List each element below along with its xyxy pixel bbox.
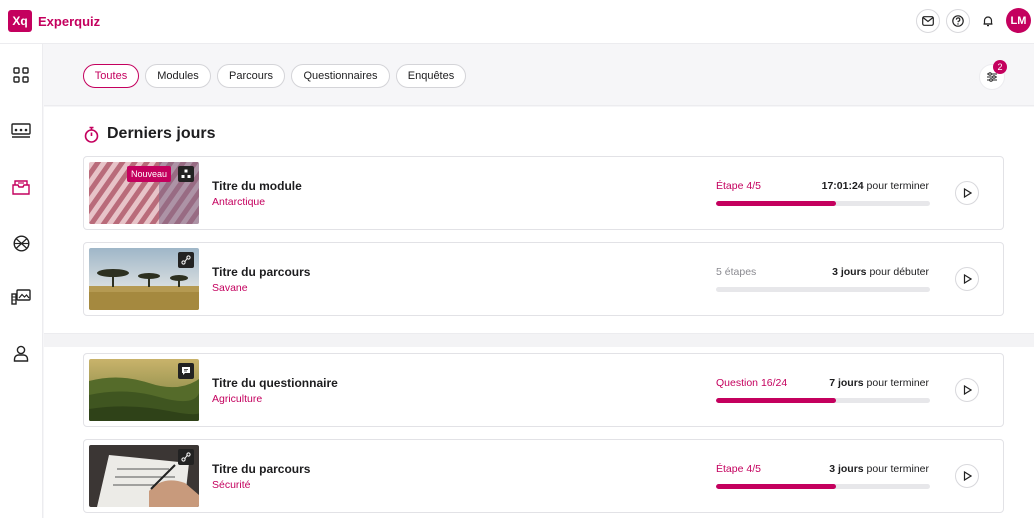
section-divider xyxy=(44,333,1034,347)
filter-chip-questionnaires[interactable]: Questionnaires xyxy=(291,64,390,88)
card-title: Titre du module xyxy=(212,179,302,193)
play-icon xyxy=(963,385,972,395)
classroom-icon xyxy=(11,123,31,138)
play-button[interactable] xyxy=(955,464,979,488)
help-icon[interactable] xyxy=(946,9,970,33)
time-value: 3 jours xyxy=(829,463,864,475)
card-title: Titre du parcours xyxy=(212,462,311,476)
card-subtitle: Agriculture xyxy=(212,393,263,405)
top-bar: Xq Experquiz LM xyxy=(0,0,1034,44)
app-title: Experquiz xyxy=(38,14,101,29)
time-label: pour terminer xyxy=(863,377,929,389)
play-button[interactable] xyxy=(955,267,979,291)
filter-chip-modules[interactable]: Modules xyxy=(145,64,211,88)
path-icon xyxy=(178,252,194,268)
mail-icon[interactable] xyxy=(916,9,940,33)
stopwatch-icon xyxy=(84,126,99,143)
filter-bar: Toutes Modules Parcours Questionnaires E… xyxy=(44,44,1034,106)
sidebar-item-inbox[interactable] xyxy=(6,172,36,202)
play-button[interactable] xyxy=(955,378,979,402)
sidebar xyxy=(0,44,43,518)
filter-count-badge: 2 xyxy=(993,60,1007,74)
sidebar-item-media[interactable] xyxy=(6,282,36,312)
card-step: Question 16/24 xyxy=(716,377,788,389)
app-logo[interactable]: Xq xyxy=(8,10,32,32)
grid-icon xyxy=(13,67,29,83)
sidebar-item-profile[interactable] xyxy=(6,338,36,368)
card-thumbnail: Nouveau xyxy=(89,162,199,224)
content-card[interactable]: Nouveau Titre du module Antarctique Étap… xyxy=(83,156,1004,230)
play-icon xyxy=(963,188,972,198)
filter-chip-toutes[interactable]: Toutes xyxy=(83,64,139,88)
card-step: Étape 4/5 xyxy=(716,180,761,192)
card-step: 5 étapes xyxy=(716,266,757,278)
play-icon xyxy=(963,471,972,481)
card-subtitle: Savane xyxy=(212,282,248,294)
progress-bar xyxy=(716,201,930,206)
card-time: 3 jours pour terminer xyxy=(829,463,929,475)
card-time: 7 jours pour terminer xyxy=(829,377,929,389)
time-label: pour terminer xyxy=(863,463,929,475)
inbox-icon xyxy=(12,180,30,195)
progress-bar xyxy=(716,287,930,292)
time-label: pour terminer xyxy=(863,180,929,192)
progress-bar xyxy=(716,484,930,489)
card-thumbnail xyxy=(89,445,199,507)
module-icon xyxy=(178,166,194,182)
time-value: 7 jours xyxy=(829,377,864,389)
content-card[interactable]: Titre du parcours Sécurité Étape 4/5 3 j… xyxy=(83,439,1004,513)
card-step: Étape 4/5 xyxy=(716,463,761,475)
logo-text: Xq xyxy=(12,14,28,28)
content-card[interactable]: Titre du questionnaire Agriculture Quest… xyxy=(83,353,1004,427)
sidebar-item-classroom[interactable] xyxy=(6,116,36,146)
sidebar-item-explore[interactable] xyxy=(6,228,36,258)
card-subtitle: Sécurité xyxy=(212,479,251,491)
path-icon xyxy=(178,449,194,465)
questionnaire-icon xyxy=(178,363,194,379)
card-subtitle: Antarctique xyxy=(212,196,266,208)
card-title: Titre du parcours xyxy=(212,265,311,279)
section-title: Derniers jours xyxy=(107,125,216,142)
globe-icon xyxy=(12,234,30,252)
progress-bar xyxy=(716,398,930,403)
card-thumbnail xyxy=(89,248,199,310)
card-time: 3 jours pour débuter xyxy=(832,266,929,278)
media-icon xyxy=(11,289,31,305)
filter-chip-parcours[interactable]: Parcours xyxy=(217,64,285,88)
new-badge: Nouveau xyxy=(127,166,172,182)
time-value: 3 jours xyxy=(832,266,867,278)
section-header: Derniers jours xyxy=(84,125,215,143)
play-icon xyxy=(963,274,972,284)
time-value: 17:01:24 xyxy=(821,180,864,192)
user-icon xyxy=(13,345,29,362)
user-avatar[interactable]: LM xyxy=(1006,8,1031,33)
card-thumbnail xyxy=(89,359,199,421)
time-label: pour débuter xyxy=(866,266,929,278)
card-title: Titre du questionnaire xyxy=(212,376,338,390)
bell-icon[interactable] xyxy=(976,9,1000,33)
content-card[interactable]: Titre du parcours Savane 5 étapes 3 jour… xyxy=(83,242,1004,316)
card-time: 17:01:24 pour terminer xyxy=(822,180,929,192)
play-button[interactable] xyxy=(955,181,979,205)
filter-chip-enquetes[interactable]: Enquêtes xyxy=(396,64,466,88)
sidebar-item-dashboard[interactable] xyxy=(6,60,36,90)
